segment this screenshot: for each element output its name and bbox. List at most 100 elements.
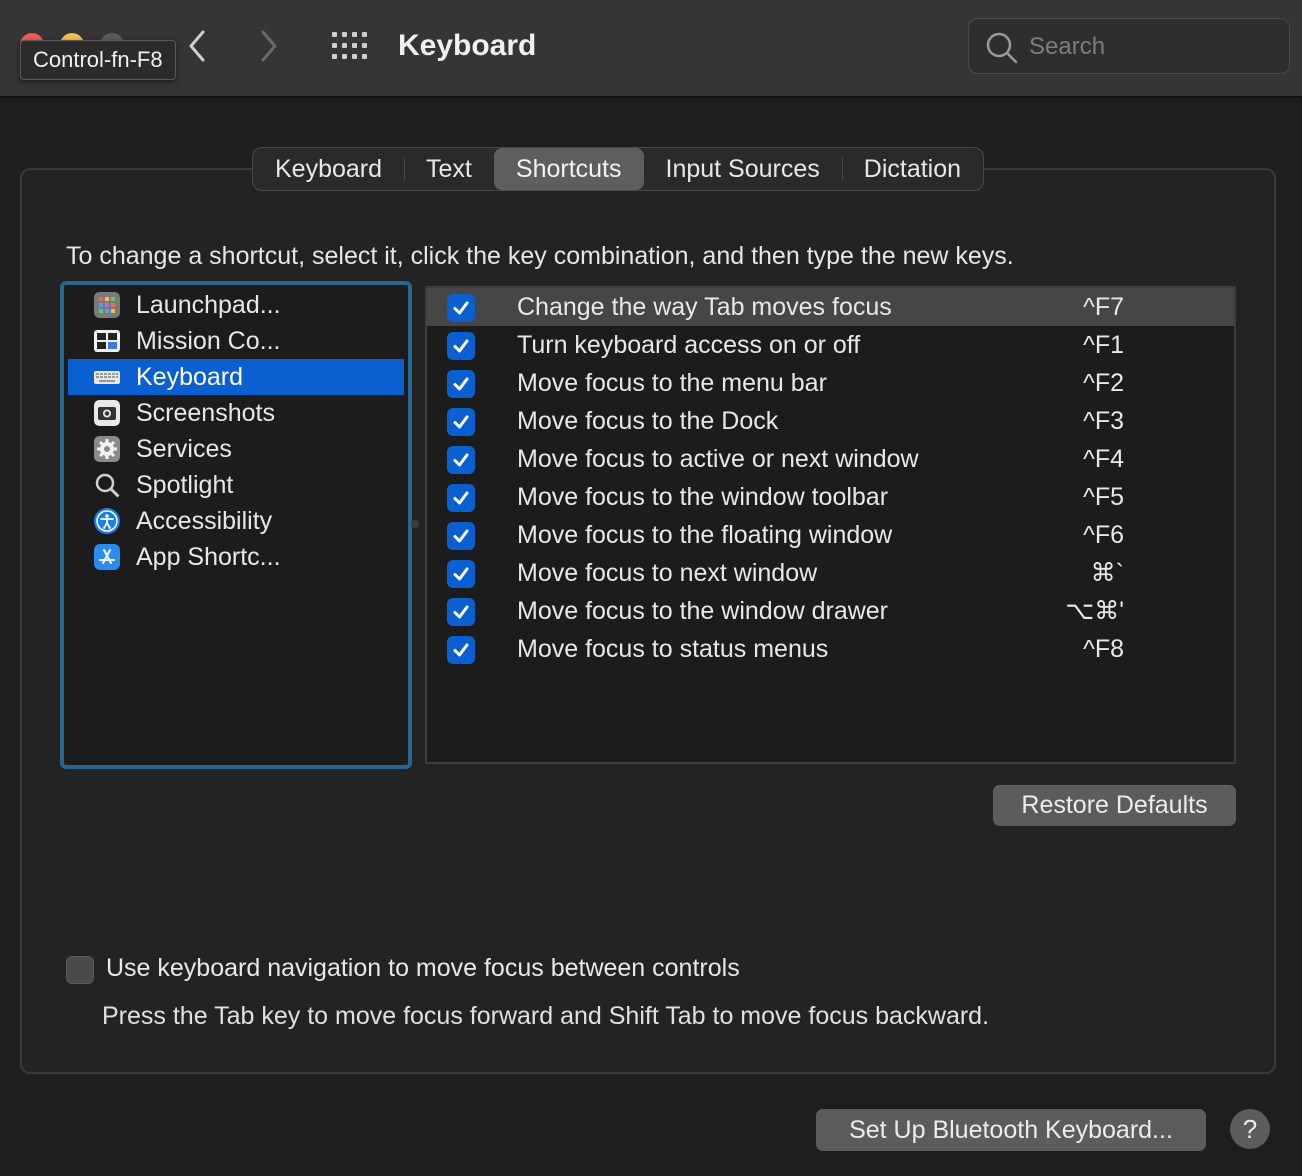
shortcut-key[interactable]: ^F1 <box>1083 326 1124 364</box>
table-row[interactable]: Move focus to the floating window ^F6 <box>427 516 1234 554</box>
shortcut-key[interactable]: ^F8 <box>1083 630 1124 668</box>
shortcut-label: Move focus to the floating window <box>517 521 893 549</box>
magnifier-icon <box>95 473 120 498</box>
category-label: Launchpad... <box>136 291 281 319</box>
shortcut-key[interactable]: ^F2 <box>1083 364 1124 402</box>
chevron-right-icon <box>261 30 277 62</box>
shortcut-key[interactable]: ^F4 <box>1083 440 1124 478</box>
checkmark-icon <box>453 377 469 391</box>
shortcut-checkbox[interactable] <box>447 332 475 360</box>
shortcut-label: Move focus to status menus <box>517 635 829 663</box>
split-divider-handle[interactable] <box>411 520 419 528</box>
table-row[interactable]: Move focus to the window drawer ⌥⌘' <box>427 592 1234 630</box>
category-launchpad[interactable]: Launchpad... <box>68 287 404 323</box>
shortcut-checkbox[interactable] <box>447 484 475 512</box>
checkmark-icon <box>453 643 469 657</box>
grid-icon <box>332 32 367 59</box>
tab-shortcuts[interactable]: Shortcuts <box>493 148 644 190</box>
category-accessibility[interactable]: Accessibility <box>68 503 404 539</box>
mission-control-icon <box>94 330 120 352</box>
tab-bar: Keyboard Text Shortcuts Input Sources Di… <box>252 147 985 191</box>
app-store-icon <box>94 544 120 570</box>
table-row[interactable]: Move focus to active or next window ^F4 <box>427 440 1234 478</box>
back-button[interactable] <box>182 26 212 66</box>
search-icon <box>986 32 1018 64</box>
shortcut-key[interactable]: ⌥⌘' <box>1065 592 1124 630</box>
help-button[interactable]: ? <box>1230 1109 1270 1149</box>
category-label: Accessibility <box>136 507 273 535</box>
category-label: Spotlight <box>136 471 234 499</box>
shortcut-checkbox[interactable] <box>447 408 475 436</box>
shortcut-label: Move focus to the menu bar <box>517 369 827 397</box>
category-list[interactable]: Launchpad... Mission Co... Keyboard Scre… <box>60 281 412 769</box>
checkmark-icon <box>453 529 469 543</box>
launchpad-icon <box>94 292 120 318</box>
keyboard-navigation-checkbox[interactable] <box>66 956 94 984</box>
shortcut-checkbox[interactable] <box>447 560 475 588</box>
screenshot-icon <box>94 400 120 426</box>
tab-text[interactable]: Text <box>404 148 494 190</box>
instructions-text: To change a shortcut, select it, click t… <box>66 242 1014 270</box>
shortcut-checkbox[interactable] <box>447 446 475 474</box>
shortcut-checkbox[interactable] <box>447 522 475 550</box>
keyboard-navigation-description: Press the Tab key to move focus forward … <box>102 1002 990 1030</box>
checkmark-icon <box>453 605 469 619</box>
category-spotlight[interactable]: Spotlight <box>68 467 404 503</box>
tab-dictation[interactable]: Dictation <box>841 148 983 190</box>
search-input[interactable] <box>1029 27 1269 67</box>
category-app-shortcuts[interactable]: App Shortc... <box>68 539 404 575</box>
shortcut-label: Move focus to the window drawer <box>517 597 889 625</box>
show-all-button[interactable] <box>330 30 370 62</box>
shortcut-label: Move focus to active or next window <box>517 445 919 473</box>
category-services[interactable]: Services <box>68 431 404 467</box>
checkmark-icon <box>453 491 469 505</box>
keyboard-navigation-label[interactable]: Use keyboard navigation to move focus be… <box>106 954 740 983</box>
checkmark-icon <box>453 567 469 581</box>
chevron-left-icon <box>189 30 205 62</box>
setup-bluetooth-keyboard-button[interactable]: Set Up Bluetooth Keyboard... <box>816 1109 1206 1151</box>
shortcut-label: Turn keyboard access on or off <box>517 331 861 359</box>
table-row[interactable]: Move focus to next window ⌘` <box>427 554 1234 592</box>
table-row[interactable]: Move focus to status menus ^F8 <box>427 630 1234 668</box>
shortcut-key[interactable]: ^F5 <box>1083 478 1124 516</box>
category-keyboard[interactable]: Keyboard <box>68 359 404 395</box>
category-mission-control[interactable]: Mission Co... <box>68 323 404 359</box>
shortcut-label: Change the way Tab moves focus <box>517 293 892 321</box>
shortcut-key[interactable]: ^F7 <box>1083 288 1124 326</box>
search-field[interactable] <box>968 18 1290 74</box>
shortcut-checkbox[interactable] <box>447 636 475 664</box>
category-label: Keyboard <box>136 363 244 391</box>
shortcut-checkbox[interactable] <box>447 370 475 398</box>
shortcut-label: Move focus to next window <box>517 559 818 587</box>
category-label: App Shortc... <box>136 543 281 571</box>
shortcut-checkbox[interactable] <box>447 294 475 322</box>
category-label: Services <box>136 435 232 463</box>
shortcut-label: Move focus to the window toolbar <box>517 483 889 511</box>
table-row[interactable]: Turn keyboard access on or off ^F1 <box>427 326 1234 364</box>
checkmark-icon <box>453 301 469 315</box>
tooltip: Control-fn-F8 <box>20 40 176 80</box>
table-row[interactable]: Move focus to the menu bar ^F2 <box>427 364 1234 402</box>
shortcut-key[interactable]: ⌘` <box>1091 554 1124 592</box>
tab-keyboard[interactable]: Keyboard <box>253 148 404 190</box>
accessibility-icon <box>94 508 120 534</box>
keyboard-icon <box>94 371 120 384</box>
shortcut-key[interactable]: ^F3 <box>1083 402 1124 440</box>
checkmark-icon <box>453 453 469 467</box>
tab-input-sources[interactable]: Input Sources <box>644 148 842 190</box>
category-label: Mission Co... <box>136 327 281 355</box>
title-bar: Keyboard Control-fn-F8 <box>0 0 1302 98</box>
table-row[interactable]: Move focus to the Dock ^F3 <box>427 402 1234 440</box>
shortcut-label: Move focus to the Dock <box>517 407 779 435</box>
window-title: Keyboard <box>398 29 537 62</box>
category-screenshots[interactable]: Screenshots <box>68 395 404 431</box>
table-row[interactable]: Change the way Tab moves focus ^F7 <box>427 288 1234 326</box>
forward-button[interactable] <box>254 26 284 66</box>
restore-defaults-button[interactable]: Restore Defaults <box>993 785 1236 826</box>
shortcut-key[interactable]: ^F6 <box>1083 516 1124 554</box>
gear-icon <box>94 436 120 462</box>
shortcut-checkbox[interactable] <box>447 598 475 626</box>
shortcut-table[interactable]: Change the way Tab moves focus ^F7 Turn … <box>425 286 1236 764</box>
table-row[interactable]: Move focus to the window toolbar ^F5 <box>427 478 1234 516</box>
category-label: Screenshots <box>136 399 275 427</box>
